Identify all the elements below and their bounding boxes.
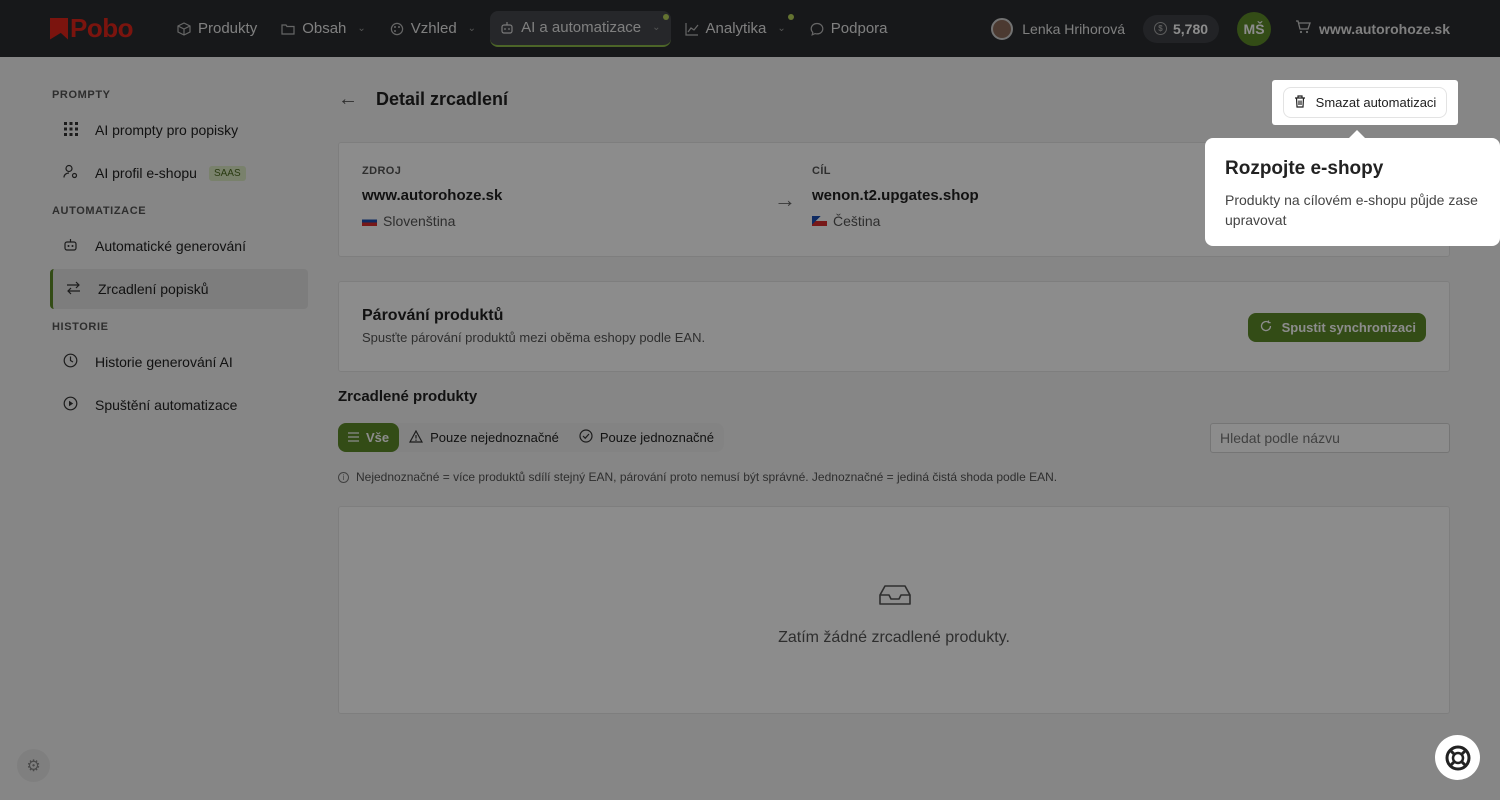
delete-automation-button[interactable]: Smazat automatizaci [1282, 87, 1448, 118]
delete-highlight: Smazat automatizaci [1272, 80, 1458, 125]
help-lifebuoy-icon[interactable] [1435, 735, 1480, 780]
trash-icon [1294, 94, 1306, 111]
delete-automation-label: Smazat automatizaci [1315, 95, 1437, 110]
popover-title: Rozpojte e-shopy [1225, 158, 1384, 179]
popover-body: Produkty na cílovém e-shopu půjde zase u… [1225, 192, 1478, 228]
tour-popover: Rozpojte e-shopy Produkty na cílovém e-s… [1205, 130, 1500, 246]
